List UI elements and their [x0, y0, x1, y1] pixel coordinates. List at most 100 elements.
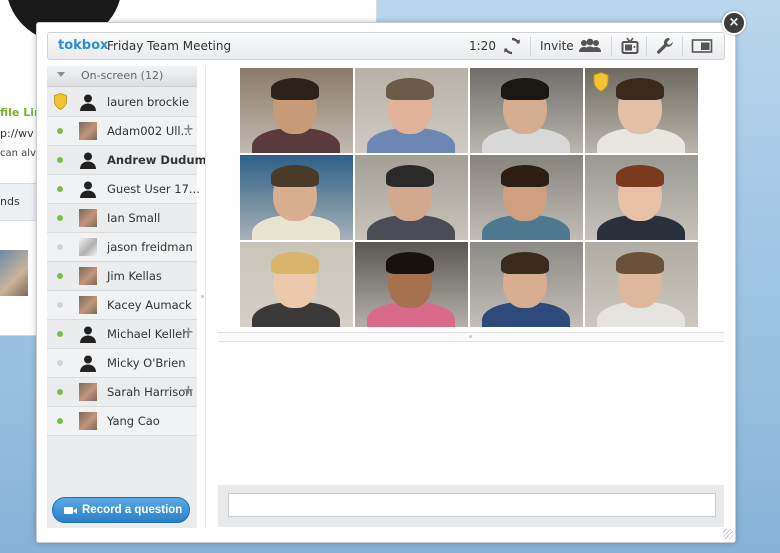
participant-name: lauren brockie — [107, 95, 190, 109]
panel-resize-grip[interactable] — [201, 295, 204, 298]
participant-hair — [616, 252, 664, 274]
toolbar-divider — [682, 36, 683, 56]
participant-avatar — [79, 122, 97, 140]
offline-status-dot — [57, 244, 63, 250]
online-status-dot — [57, 157, 63, 163]
host-shield-icon — [54, 93, 67, 110]
participant-name: Kacey Aumack — [107, 298, 192, 312]
person-silhouette-icon — [80, 94, 96, 111]
participant-list: lauren brockie Adam002 Ull... + Andrew Dudu… — [47, 88, 207, 436]
refresh-icon[interactable] — [503, 36, 521, 56]
participant-name: jason freidman — [107, 240, 193, 254]
meeting-timer: 1:20 — [469, 39, 496, 53]
meeting-toolbar: tokbox Friday Team Meeting 1:20 Invite — [47, 32, 725, 60]
participant-row[interactable]: Adam002 Ull... + — [47, 117, 197, 146]
add-contact-icon[interactable]: + — [183, 122, 194, 137]
participant-row[interactable]: Kacey Aumack — [47, 291, 197, 320]
video-tile[interactable] — [470, 242, 583, 327]
offline-status-dot — [57, 302, 63, 308]
participant-hair — [501, 252, 549, 274]
chat-splitter[interactable] — [218, 332, 724, 342]
participant-hair — [271, 252, 319, 274]
video-tile[interactable] — [355, 242, 468, 327]
participant-name: Micky O'Brien — [107, 356, 186, 370]
offline-status-dot — [57, 360, 63, 366]
collapse-triangle-icon[interactable] — [57, 72, 65, 77]
add-contact-icon[interactable]: + — [183, 325, 194, 340]
participant-hair — [386, 78, 434, 100]
toolbar-divider — [530, 36, 531, 56]
online-status-dot — [57, 128, 63, 134]
background-thumbnail[interactable] — [0, 250, 28, 296]
participant-row[interactable]: lauren brockie — [47, 88, 197, 117]
record-question-label: Record a question — [82, 504, 183, 516]
video-tile[interactable] — [585, 155, 698, 240]
participant-name: Guest User 17... — [107, 182, 200, 196]
participant-row[interactable]: Andrew Dudum — [47, 146, 207, 175]
person-silhouette-icon — [80, 181, 96, 198]
person-silhouette-icon — [80, 326, 96, 343]
participant-hair — [501, 165, 549, 187]
participant-avatar — [79, 209, 97, 227]
add-contact-icon[interactable]: + — [183, 383, 194, 398]
participant-row[interactable]: Yang Cao — [47, 407, 197, 436]
video-camera-icon — [64, 507, 77, 514]
video-tile[interactable] — [355, 155, 468, 240]
participant-row[interactable]: Sarah Harrison + — [47, 378, 197, 407]
participant-row[interactable]: Ian Small — [47, 204, 197, 233]
participant-hair — [616, 78, 664, 100]
close-icon[interactable]: × — [722, 11, 746, 35]
online-status-dot — [57, 418, 63, 424]
video-grid — [240, 68, 699, 327]
toolbar-divider — [611, 36, 612, 56]
people-icon[interactable] — [578, 36, 602, 56]
participant-name: Yang Cao — [107, 414, 160, 428]
participant-name: Ian Small — [107, 211, 161, 225]
tv-icon[interactable] — [621, 36, 639, 56]
panel-divider[interactable] — [205, 66, 206, 528]
participant-row[interactable]: Jim Kellas — [47, 262, 197, 291]
wrench-icon[interactable] — [655, 36, 675, 56]
window-resize-handle[interactable] — [723, 529, 733, 539]
splitter-grip[interactable] — [469, 335, 472, 338]
participant-name: Andrew Dudum — [107, 153, 207, 167]
online-status-dot — [57, 273, 63, 279]
invite-button[interactable]: Invite — [540, 39, 574, 53]
background-nav-item[interactable]: nds — [0, 183, 40, 221]
person-silhouette-icon — [80, 355, 96, 372]
online-status-dot — [57, 331, 63, 337]
video-tile[interactable] — [240, 242, 353, 327]
video-tile[interactable] — [585, 68, 698, 153]
participant-hair — [271, 165, 319, 187]
video-tile[interactable] — [355, 68, 468, 153]
record-question-button[interactable]: Record a question — [52, 497, 190, 523]
participant-hair — [271, 78, 319, 100]
video-tile[interactable] — [470, 155, 583, 240]
profile-note: can alv — [0, 148, 36, 159]
profile-url: p://wv — [0, 127, 34, 140]
participant-row[interactable]: Michael Kelleh + — [47, 320, 197, 349]
video-tile[interactable] — [585, 242, 698, 327]
video-tile[interactable] — [240, 155, 353, 240]
video-tile[interactable] — [470, 68, 583, 153]
participant-row[interactable]: Guest User 17... — [47, 175, 200, 204]
participant-hair — [386, 165, 434, 187]
participant-row[interactable]: Micky O'Brien — [47, 349, 197, 378]
participant-row[interactable]: jason freidman — [47, 233, 197, 262]
layout-icon[interactable] — [691, 36, 713, 56]
participant-avatar — [79, 238, 97, 256]
person-silhouette-icon — [80, 152, 96, 169]
online-status-dot — [57, 389, 63, 395]
participant-hair — [616, 165, 664, 187]
on-screen-section-header[interactable]: On-screen (12) — [47, 66, 197, 87]
chat-input[interactable] — [228, 493, 716, 517]
tokbox-logo: tokbox — [58, 38, 109, 53]
participant-avatar — [79, 412, 97, 430]
host-shield-icon — [593, 72, 609, 92]
video-tile[interactable] — [240, 68, 353, 153]
participant-avatar — [79, 296, 97, 314]
participant-name: Jim Kellas — [107, 269, 162, 283]
participant-sidebar: On-screen (12) lauren brockie Adam002 Ull… — [47, 66, 207, 528]
participant-avatar — [79, 267, 97, 285]
online-status-dot — [57, 186, 63, 192]
